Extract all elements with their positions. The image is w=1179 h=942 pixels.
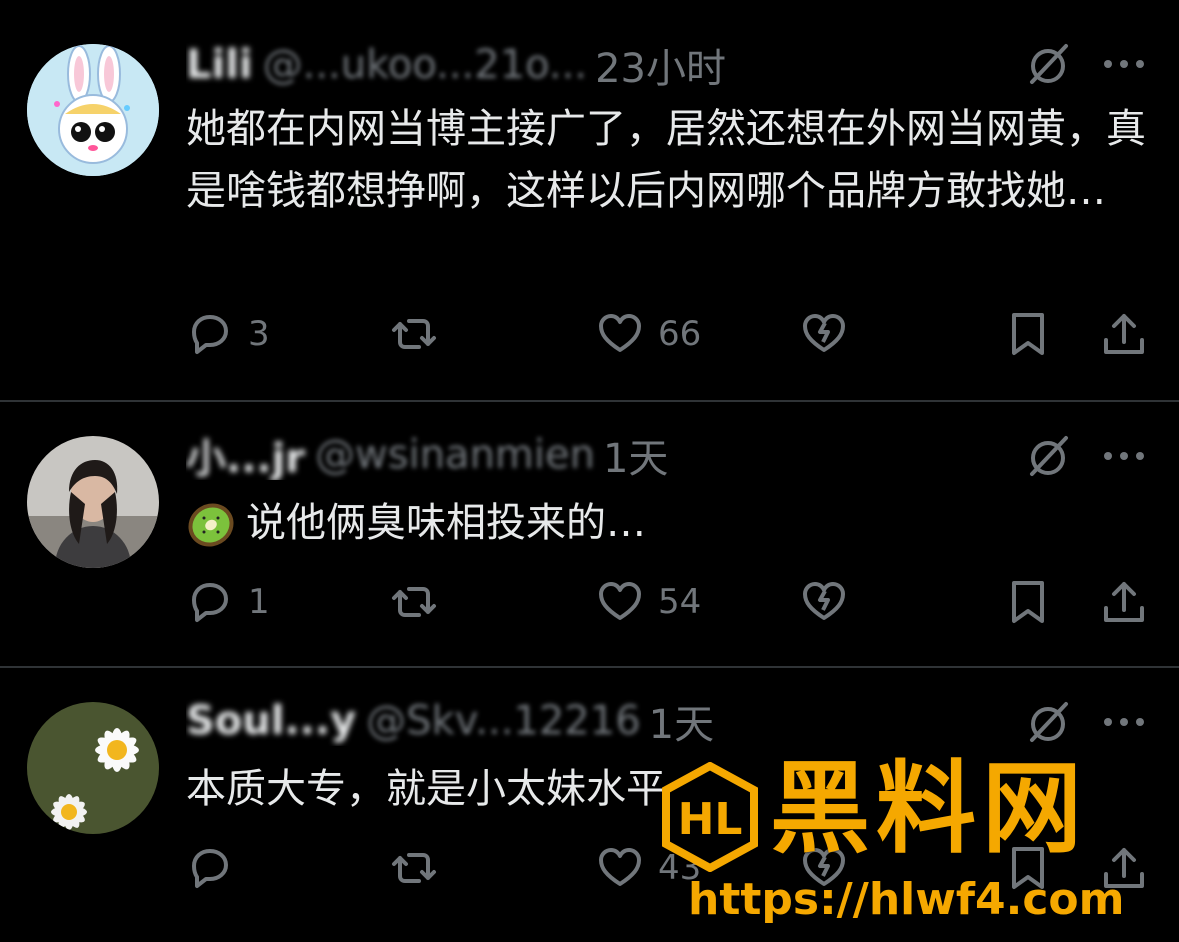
kiwi-icon <box>188 503 234 547</box>
tweet[interactable]: Lili @...ukoo...21o... 23小时 她都在内网当博主接广了，… <box>0 0 1179 400</box>
reply-icon <box>192 315 228 354</box>
watermark-title: 黑料网 <box>770 750 1088 867</box>
bunny-avatar-icon <box>27 44 159 176</box>
reply-count: 1 <box>248 582 270 622</box>
tweet-header: 小...jr @wsinanmien 1天 <box>186 430 866 480</box>
reply-icon <box>192 583 228 622</box>
tweet-text: 她都在内网当博主接广了，居然还想在外网当网黄，真是啥钱都想挣啊，这样以后内网哪个… <box>186 106 1146 214</box>
reply-count: 3 <box>248 314 270 354</box>
woman-photo-avatar-icon <box>27 436 159 568</box>
more-icon[interactable] <box>1102 446 1146 466</box>
share-icon <box>1104 582 1144 622</box>
share-icon <box>1104 314 1144 354</box>
heart-icon <box>599 582 641 620</box>
display-name[interactable]: 小...jr <box>186 430 305 480</box>
reply-button[interactable]: 3 <box>186 310 270 358</box>
timestamp[interactable]: 1天 <box>649 696 714 746</box>
watermark-url: https://hlwf4.com <box>688 874 1125 925</box>
action-bar: 1 54 <box>0 578 1179 628</box>
tweet-text: 说他俩臭味相投来的… <box>246 500 646 546</box>
grok-icon[interactable] <box>1024 432 1072 480</box>
like-count: 54 <box>658 582 702 622</box>
broken-heart-icon <box>803 582 845 620</box>
reply-button[interactable]: 1 <box>186 578 270 626</box>
handle[interactable]: @wsinanmien <box>315 432 595 478</box>
grok-icon[interactable] <box>1024 698 1072 746</box>
display-name[interactable]: Lili <box>186 42 253 88</box>
like-count: 66 <box>658 314 702 354</box>
bookmark-button[interactable] <box>1004 578 1052 626</box>
more-icon[interactable] <box>1102 712 1146 732</box>
handle[interactable]: @...ukoo...21o... <box>263 42 587 88</box>
retweet-button[interactable] <box>390 844 452 892</box>
handle[interactable]: @Skv...12216 <box>366 698 641 744</box>
grok-icon[interactable] <box>1024 40 1072 88</box>
daisy-avatar-icon <box>27 702 159 834</box>
avatar[interactable] <box>27 44 159 176</box>
dislike-button[interactable] <box>800 310 848 358</box>
watermark-logo-icon: HL <box>662 762 758 872</box>
timestamp[interactable]: 1天 <box>603 430 668 480</box>
avatar[interactable] <box>27 436 159 568</box>
heart-icon <box>599 848 641 886</box>
retweet-icon <box>392 587 436 617</box>
more-icon[interactable] <box>1102 54 1146 74</box>
reply-icon <box>192 849 228 888</box>
dislike-button[interactable] <box>800 578 848 626</box>
retweet-icon <box>392 319 436 349</box>
share-button[interactable] <box>1100 578 1148 626</box>
display-name[interactable]: Soul...y <box>186 698 356 744</box>
broken-heart-icon <box>803 314 845 352</box>
bookmark-icon <box>1012 581 1044 623</box>
tweet-header: Soul...y @Skv...12216 1天 <box>186 696 866 746</box>
share-button[interactable] <box>1100 310 1148 358</box>
heart-icon <box>599 314 641 352</box>
avatar[interactable] <box>27 702 159 834</box>
like-button[interactable]: 66 <box>596 310 701 358</box>
retweet-icon <box>392 853 436 883</box>
like-button[interactable]: 54 <box>596 578 701 626</box>
bookmark-button[interactable] <box>1004 310 1052 358</box>
tweet[interactable]: 小...jr @wsinanmien 1天 说他俩臭味相投来的… 1 54 <box>0 402 1179 666</box>
reply-button[interactable] <box>186 844 248 892</box>
bookmark-icon <box>1012 313 1044 355</box>
timestamp[interactable]: 23小时 <box>595 40 726 90</box>
watermark-logo-text: HL <box>678 794 743 845</box>
retweet-button[interactable] <box>390 578 452 626</box>
tweet-text-container: 说他俩臭味相投来的… <box>186 492 1146 554</box>
timeline: Lili @...ukoo...21o... 23小时 她都在内网当博主接广了，… <box>0 0 1179 942</box>
action-bar: 3 66 <box>0 310 1179 360</box>
retweet-button[interactable] <box>390 310 452 358</box>
tweet-header: Lili @...ukoo...21o... 23小时 <box>186 40 866 90</box>
